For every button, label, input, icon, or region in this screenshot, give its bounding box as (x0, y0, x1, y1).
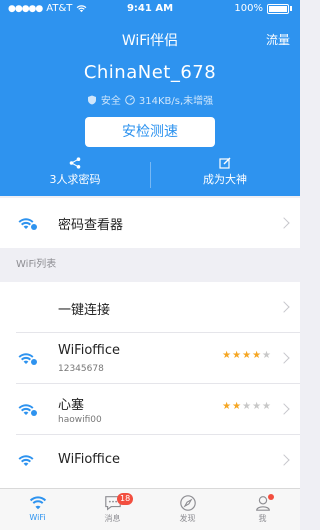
battery-percent: 100% (234, 3, 263, 14)
app-title: WiFi伴侣 (121, 33, 179, 49)
tab-me[interactable]: 我 (225, 489, 300, 530)
tab-bar: WiFi 消息 18 发现 我 (0, 488, 300, 530)
security-label: 安全 (100, 96, 121, 107)
become-expert-button[interactable]: 成为大神 (150, 154, 300, 196)
wifi-password: 12345678 (58, 364, 104, 374)
traffic-button[interactable]: 流量 (266, 31, 290, 48)
password-viewer-label: 密码查看器 (58, 218, 124, 233)
wifi-item[interactable]: WiFioffice 12345678 ★★★★★ (0, 333, 300, 383)
notification-dot (268, 494, 274, 500)
tab-discover[interactable]: 发现 (150, 489, 225, 530)
share-icon (69, 157, 81, 169)
wifi-list-title: WiFi列表 (16, 259, 57, 270)
chevron-right-icon (278, 301, 290, 313)
star-filled-icon: ★ (232, 350, 243, 361)
rating-stars: ★★★★★ (222, 401, 272, 412)
wifi-key-icon (18, 404, 37, 416)
tab-label: 发现 (179, 514, 196, 523)
star-empty-icon: ★ (262, 401, 272, 412)
chevron-right-icon (278, 352, 290, 364)
tab-label: 我 (258, 514, 267, 523)
password-viewer-row[interactable]: 密码查看器 (0, 198, 300, 248)
rating-stars: ★★★★★ (222, 350, 272, 361)
wifi-icon (18, 455, 34, 466)
wifi-item[interactable]: 心塞 haowifi00 ★★★★★ (0, 384, 300, 434)
message-badge: 18 (117, 493, 134, 505)
quick-connect-label: 一键连接 (58, 303, 111, 318)
wifi-item[interactable]: WiFioffice (0, 435, 300, 485)
wifi-icon (29, 496, 46, 510)
battery-cap (290, 6, 292, 11)
star-empty-icon: ★ (252, 401, 263, 412)
chevron-right-icon (278, 454, 290, 466)
request-password-button[interactable]: 3人求密码 (0, 154, 150, 196)
wifi-password: haowifi00 (58, 415, 102, 425)
star-empty-icon: ★ (262, 350, 272, 361)
header-actions: 3人求密码 成为大神 (0, 154, 300, 196)
wifi-name: WiFioffice (58, 343, 120, 358)
status-right: 100% (234, 3, 292, 14)
compass-icon (179, 495, 196, 511)
battery-icon (267, 3, 289, 14)
edit-icon (219, 157, 231, 169)
tab-label: 消息 (104, 514, 121, 523)
status-bar: ●●●●● AT&T 9:41 AM 100% (0, 0, 300, 18)
star-filled-icon: ★ (232, 401, 243, 412)
speed-icon (125, 94, 135, 105)
wifi-name: WiFioffice (58, 452, 120, 467)
quick-connect-row[interactable]: 一键连接 (0, 282, 300, 332)
wifi-name: 心塞 (58, 398, 85, 413)
become-expert-label: 成为大神 (203, 173, 247, 186)
star-filled-icon: ★ (242, 350, 253, 361)
tab-wifi[interactable]: WiFi (0, 489, 75, 530)
security-status: 安全 314KB/s,未增强 (0, 92, 300, 107)
shield-icon (87, 95, 96, 104)
star-filled-icon: ★ (252, 350, 263, 361)
star-empty-icon: ★ (242, 401, 253, 412)
current-ssid: ChinaNet_678 (83, 62, 217, 83)
star-filled-icon: ★ (222, 350, 233, 361)
wifi-key-icon (18, 218, 37, 230)
chevron-right-icon (278, 403, 290, 415)
tab-messages[interactable]: 消息 18 (75, 489, 150, 530)
chevron-right-icon (278, 217, 290, 229)
star-filled-icon: ★ (222, 401, 233, 412)
wifi-list: 一键连接 WiFioffice 12345678 ★★★★★ 心塞 haowif… (0, 282, 300, 488)
speed-label: 314KB/s,未增强 (138, 96, 214, 107)
header: ●●●●● AT&T 9:41 AM 100% WiFi伴侣 流量 ChinaN… (0, 0, 300, 196)
security-speed-test-button[interactable]: 安检测速 (85, 117, 215, 147)
tab-label: WiFi (29, 513, 46, 522)
wifi-key-icon (18, 353, 37, 365)
request-password-label: 3人求密码 (49, 173, 101, 186)
